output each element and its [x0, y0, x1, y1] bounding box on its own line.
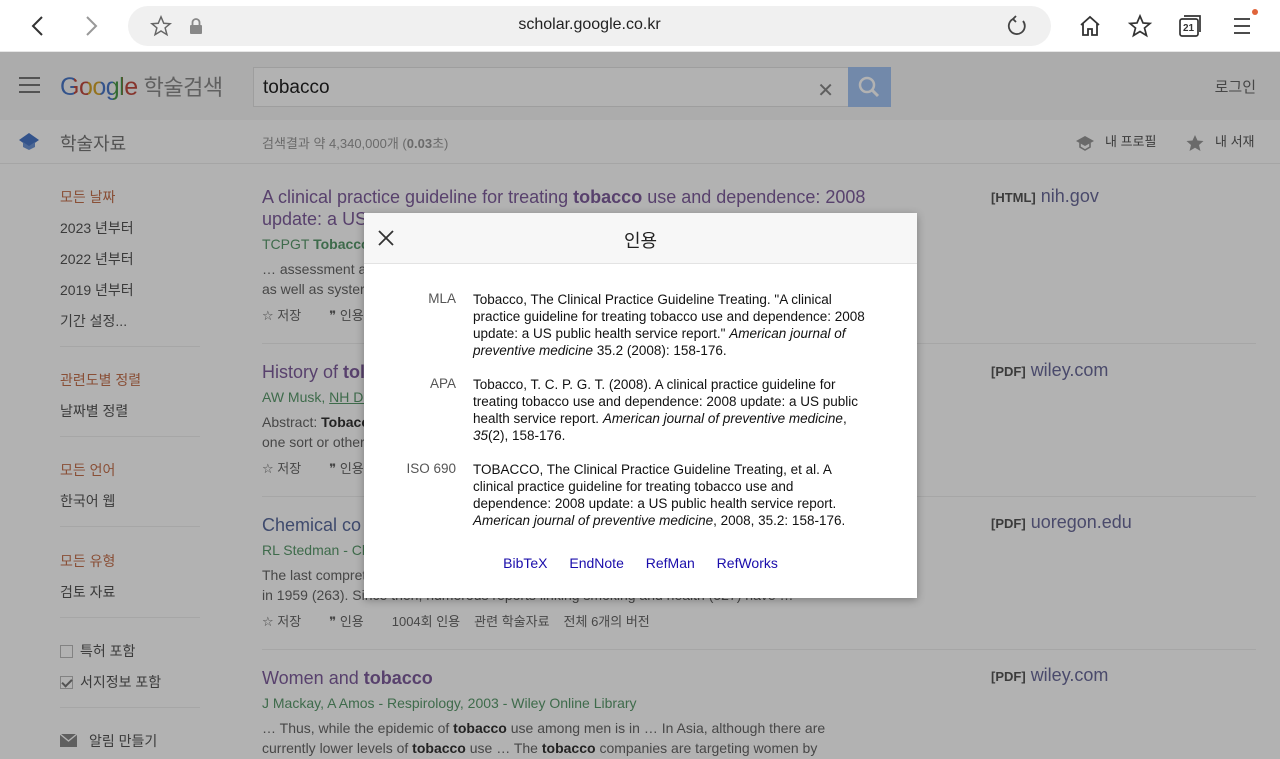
refman-link[interactable]: RefMan [646, 555, 695, 571]
tab-count: 21 [1183, 23, 1195, 34]
citation-text[interactable]: Tobacco, The Clinical Practice Guideline… [473, 291, 873, 359]
browser-toolbar: scholar.google.co.kr 21 [0, 0, 1280, 52]
reload-icon[interactable] [1005, 14, 1029, 38]
citation-text[interactable]: TOBACCO, The Clinical Practice Guideline… [473, 461, 873, 529]
citation-style-label: MLA [428, 291, 456, 306]
citation-text[interactable]: Tobacco, T. C. P. G. T. (2008). A clinic… [473, 376, 873, 444]
address-bar[interactable]: scholar.google.co.kr [128, 6, 1051, 46]
citation-style-label: APA [429, 376, 456, 391]
bibtex-link[interactable]: BibTeX [503, 555, 547, 571]
forward-icon[interactable] [78, 13, 104, 39]
refworks-link[interactable]: RefWorks [717, 555, 778, 571]
citation-style-label: ISO 690 [406, 461, 456, 476]
notification-dot [1252, 9, 1258, 15]
citation-dialog: 인용 MLA Tobacco, The Clinical Practice Gu… [364, 213, 917, 598]
dialog-title: 인용 [623, 231, 658, 251]
back-icon[interactable] [26, 13, 52, 39]
bookmarks-icon[interactable] [1127, 13, 1153, 39]
menu-icon[interactable] [1232, 9, 1258, 39]
endnote-link[interactable]: EndNote [569, 555, 623, 571]
dialog-header: 인용 [364, 213, 917, 264]
tabs-icon[interactable]: 21 [1177, 13, 1203, 39]
url-text: scholar.google.co.kr [518, 16, 661, 33]
home-icon[interactable] [1077, 13, 1103, 39]
export-links: BibTeX EndNote RefMan RefWorks [364, 555, 917, 571]
